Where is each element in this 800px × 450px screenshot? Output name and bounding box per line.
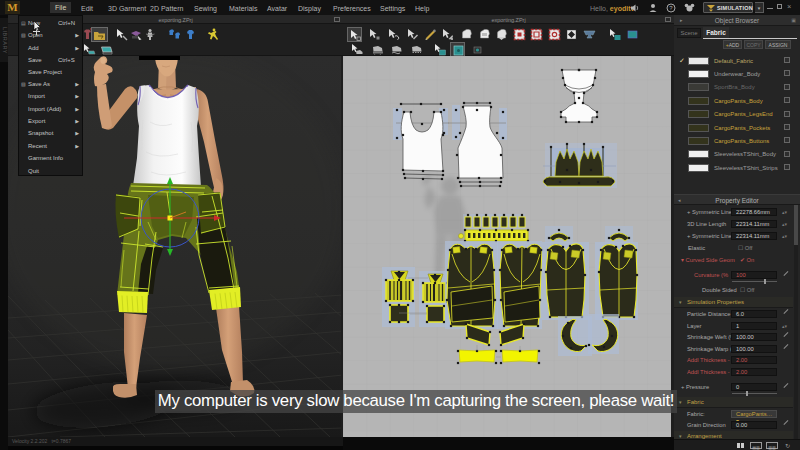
svg-text:?: ?	[669, 5, 673, 11]
